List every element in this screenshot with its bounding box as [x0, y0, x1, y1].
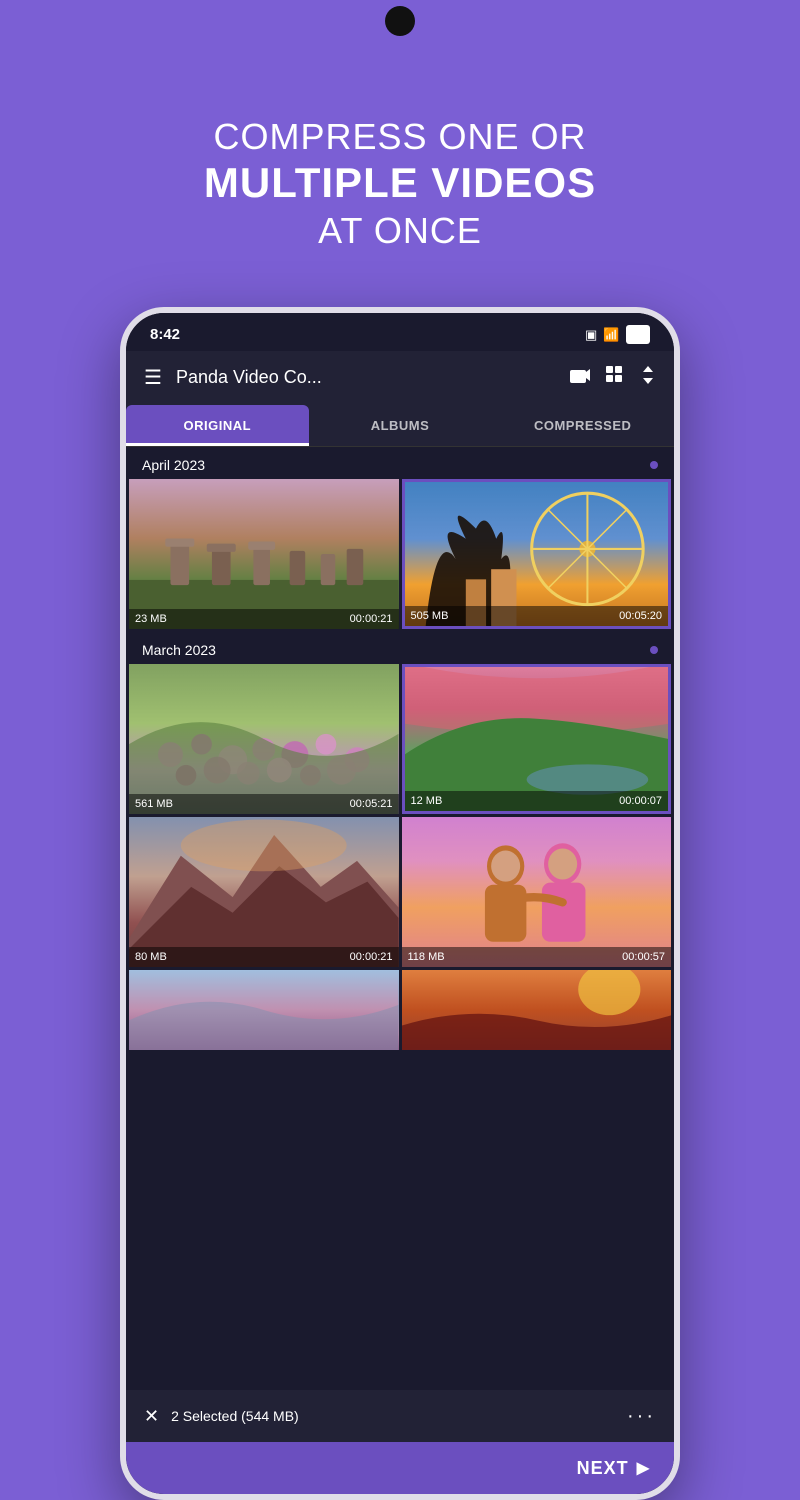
section-april-dot [650, 461, 658, 469]
video-size-highland: 12 MB [411, 795, 443, 807]
app-bar-icons [570, 366, 656, 389]
video-info-london: 505 MB 00:05:20 [405, 606, 669, 626]
video-size-flowers: 561 MB [135, 798, 173, 810]
hero-line2: MULTIPLE VIDEOS [204, 158, 596, 208]
video-duration-stonehenge: 00:00:21 [350, 613, 393, 625]
video-info-highland: 12 MB 00:00:07 [405, 791, 669, 811]
video-info-mountains: 80 MB 00:00:21 [129, 947, 399, 967]
signal-icon: ▣ [585, 327, 597, 343]
video-thumb-london[interactable]: 505 MB 00:05:20 [402, 479, 672, 629]
video-duration-flowers: 00:05:21 [350, 798, 393, 810]
phone-mockup: 8:42 ▣ 📶 94 ☰ Panda Video Co... [110, 307, 690, 1500]
status-icons: ▣ 📶 94 [585, 325, 650, 344]
video-info-stonehenge: 23 MB 00:00:21 [129, 609, 399, 629]
video-size-friends: 118 MB [408, 951, 445, 963]
hero-section: COMPRESS ONE OR MULTIPLE VIDEOS AT ONCE [204, 55, 596, 282]
video-thumb-stonehenge[interactable]: 23 MB 00:00:21 [129, 479, 399, 629]
section-march-dot [650, 646, 658, 654]
sort-icon[interactable] [640, 366, 656, 389]
next-bar: NEXT ▶ [126, 1442, 674, 1494]
content-area: April 2023 [126, 447, 674, 1390]
grid-icon[interactable] [606, 366, 624, 389]
status-bar: 8:42 ▣ 📶 94 [126, 313, 674, 351]
april-video-grid: 23 MB 00:00:21 [126, 479, 674, 632]
selection-count-text: 2 Selected (544 MB) [171, 1408, 627, 1424]
tab-compressed[interactable]: COMPRESSED [491, 405, 674, 446]
next-arrow-icon: ▶ [637, 1458, 650, 1478]
section-april: April 2023 [126, 447, 674, 479]
next-button[interactable]: NEXT ▶ [577, 1458, 650, 1479]
video-duration-mountains: 00:00:21 [350, 951, 393, 963]
video-duration-friends: 00:00:57 [622, 951, 665, 963]
video-size-stonehenge: 23 MB [135, 613, 167, 625]
hero-line1: COMPRESS ONE OR [204, 115, 596, 158]
tabs-bar: ORIGINAL ALBUMS COMPRESSED [126, 405, 674, 447]
video-duration-london: 00:05:20 [619, 610, 662, 622]
video-thumb-mountains[interactable]: 80 MB 00:00:21 [129, 817, 399, 967]
close-selection-button[interactable]: ✕ [144, 1406, 159, 1427]
video-thumb-flowers[interactable]: 561 MB 00:05:21 [129, 664, 399, 814]
tab-albums[interactable]: ALBUMS [309, 405, 492, 446]
section-march-label: March 2023 [142, 642, 216, 658]
camera-icon[interactable] [570, 367, 590, 388]
next-label: NEXT [577, 1458, 629, 1479]
battery-icon: 94 [626, 325, 650, 344]
video-duration-highland: 00:00:07 [619, 795, 662, 807]
video-info-flowers: 561 MB 00:05:21 [129, 794, 399, 814]
bottom-selection-bar: ✕ 2 Selected (544 MB) ··· [126, 1390, 674, 1442]
video-info-friends: 118 MB 00:00:57 [402, 947, 672, 967]
phone-frame: 8:42 ▣ 📶 94 ☰ Panda Video Co... [120, 307, 680, 1500]
status-time: 8:42 [150, 326, 180, 343]
video-thumb-friends[interactable]: 118 MB 00:00:57 [402, 817, 672, 967]
video-thumb-sunset[interactable] [402, 970, 672, 1050]
video-size-mountains: 80 MB [135, 951, 167, 963]
tab-original[interactable]: ORIGINAL [126, 405, 309, 446]
march-video-grid: 561 MB 00:05:21 [126, 664, 674, 1053]
video-thumb-sky[interactable] [129, 970, 399, 1050]
more-options-button[interactable]: ··· [627, 1405, 656, 1428]
app-title: Panda Video Co... [176, 367, 570, 388]
section-april-label: April 2023 [142, 457, 205, 473]
hero-line3: AT ONCE [204, 209, 596, 252]
wifi-icon: 📶 [603, 327, 619, 343]
video-thumb-highland[interactable]: 12 MB 00:00:07 [402, 664, 672, 814]
menu-icon[interactable]: ☰ [144, 368, 162, 388]
section-march: March 2023 [126, 632, 674, 664]
app-bar: ☰ Panda Video Co... [126, 351, 674, 405]
video-size-london: 505 MB [411, 610, 449, 622]
